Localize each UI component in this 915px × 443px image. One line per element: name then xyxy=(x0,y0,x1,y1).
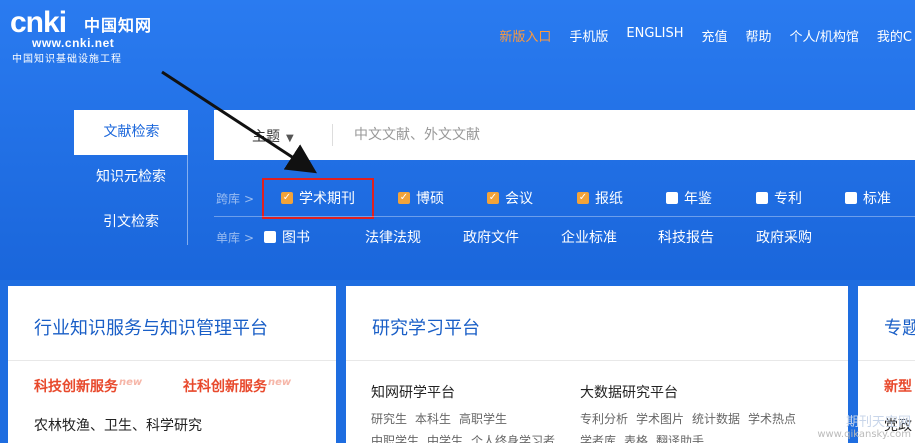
card-body-text[interactable]: 农林牧渔、卫生、科学研究 xyxy=(34,415,202,435)
link-secondary-vocational[interactable]: 中职学生 xyxy=(371,434,419,443)
link-patent-analysis[interactable]: 专利分析 xyxy=(580,412,628,426)
new-badge: new xyxy=(119,377,143,389)
link-postgraduate[interactable]: 研究生 xyxy=(371,412,407,426)
study-users-row-2: 中职学生 中学生 个人终身学习者 xyxy=(371,432,563,443)
card-divider xyxy=(858,360,915,361)
link-big-data-platform[interactable]: 大数据研究平台 xyxy=(580,382,678,402)
link-middle-school[interactable]: 中学生 xyxy=(427,434,463,443)
link-statistics[interactable]: 统计数据 xyxy=(692,412,740,426)
link-hot-topics[interactable]: 学术热点 xyxy=(748,412,796,426)
card-divider xyxy=(346,360,848,361)
watermark: 期刊天空网 www.qikansky.com xyxy=(817,415,911,441)
link-tech-innovation[interactable]: 科技创新服务new xyxy=(34,376,142,396)
link-new-type[interactable]: 新型 xyxy=(884,376,912,396)
link-tables[interactable]: 表格 xyxy=(624,434,648,443)
link-scholar-db[interactable]: 学者库 xyxy=(580,434,616,443)
big-data-row: 专利分析 学术图片 统计数据 学术热点 xyxy=(580,410,804,427)
card-research-learning: 研究学习平台 知网研学平台 研究生 本科生 高职学生 中职学生 中学生 个人终身学习者 … xyxy=(346,286,848,443)
link-social-innovation[interactable]: 社科创新服务new xyxy=(183,376,291,396)
card-divider xyxy=(8,360,336,361)
watermark-url: www.qikansky.com xyxy=(817,429,911,440)
link-academic-images[interactable]: 学术图片 xyxy=(636,412,684,426)
card-title[interactable]: 专题 xyxy=(884,314,915,340)
link-cnki-study[interactable]: 知网研学平台 xyxy=(371,382,455,402)
link-lifelong-learner[interactable]: 个人终身学习者 xyxy=(471,434,555,443)
card-title[interactable]: 研究学习平台 xyxy=(372,314,480,340)
study-users-row: 研究生 本科生 高职学生 xyxy=(371,410,515,427)
card-title[interactable]: 行业知识服务与知识管理平台 xyxy=(34,314,268,340)
link-undergraduate[interactable]: 本科生 xyxy=(415,412,451,426)
link-translation[interactable]: 翻译助手 xyxy=(656,434,704,443)
watermark-title: 期刊天空网 xyxy=(845,415,911,430)
card-industry-knowledge: 行业知识服务与知识管理平台 科技创新服务new 社科创新服务new 农林牧渔、卫… xyxy=(8,286,336,443)
new-badge: new xyxy=(268,377,292,389)
big-data-row-2: 学者库 表格 翻译助手 xyxy=(580,432,712,443)
link-vocational[interactable]: 高职学生 xyxy=(459,412,507,426)
